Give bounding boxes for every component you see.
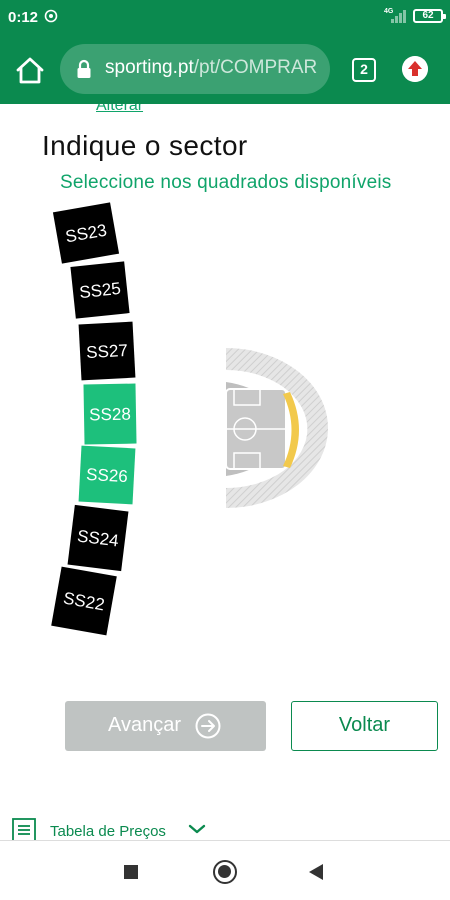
- signal-icon: [391, 10, 406, 23]
- home-icon[interactable]: [14, 56, 46, 84]
- sector-ss27: SS27: [78, 321, 136, 381]
- sector-ss28[interactable]: SS28: [83, 383, 137, 445]
- chevron-down-icon: [188, 824, 206, 834]
- back-triangle-icon[interactable]: [309, 864, 323, 880]
- home-circle-icon[interactable]: [213, 860, 237, 884]
- price-table-label: Tabela de Preços: [50, 823, 166, 840]
- status-time: 0:12: [8, 9, 39, 26]
- url-domain: sporting.pt: [105, 57, 194, 78]
- advance-label: Avançar: [108, 714, 182, 736]
- page-title: Indique o sector: [42, 130, 248, 161]
- url-text: sporting.pt/pt/COMPRAR: [105, 57, 317, 79]
- recents-icon[interactable]: [124, 865, 138, 879]
- status-bar: 0:12 4G 62: [0, 0, 450, 34]
- page-subtitle: Seleccione nos quadrados disponíveis: [60, 172, 392, 193]
- back-button[interactable]: Voltar: [291, 701, 438, 751]
- sector-label: SS26: [86, 465, 129, 486]
- tab-switcher-button[interactable]: 2: [352, 58, 376, 82]
- stadium-diagram: [200, 340, 328, 520]
- sector-ss22: SS22: [51, 566, 117, 636]
- arrow-right-icon: [195, 713, 221, 739]
- system-nav-bar: [0, 840, 450, 900]
- url-bar[interactable]: sporting.pt/pt/COMPRAR: [60, 44, 330, 94]
- upload-icon[interactable]: [402, 56, 428, 82]
- battery-icon: 62: [413, 9, 446, 23]
- url-path: /pt/COMPRAR: [193, 57, 318, 78]
- list-icon: [12, 818, 36, 842]
- sector-map: SS23 SS25 SS27 SS28 SS26 SS24 SS22: [51, 202, 328, 636]
- sector-ss24: SS24: [67, 504, 129, 572]
- lock-icon: [77, 59, 91, 78]
- browser-toolbar: sporting.pt/pt/COMPRAR 2: [0, 34, 450, 104]
- sector-ss26[interactable]: SS26: [78, 445, 136, 505]
- sector-ss25: SS25: [70, 261, 130, 319]
- sector-label: SS28: [89, 405, 131, 425]
- advance-button[interactable]: Avançar: [65, 701, 266, 751]
- sector-label: SS27: [86, 341, 129, 362]
- notification-icon: [44, 9, 58, 23]
- sector-ss23: SS23: [52, 202, 120, 264]
